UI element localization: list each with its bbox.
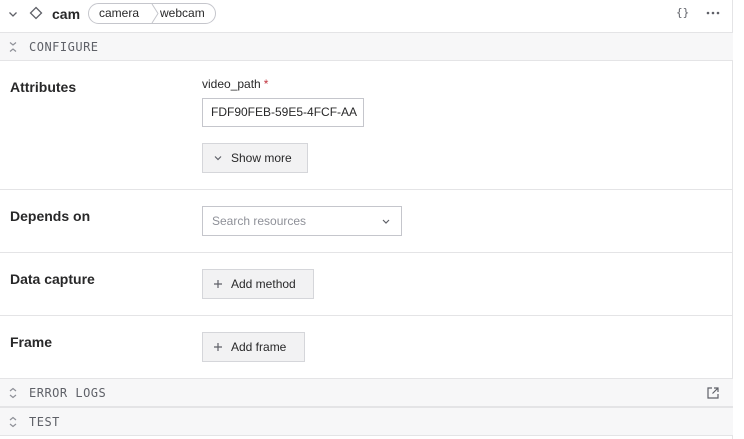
plus-icon — [214, 280, 222, 288]
chevron-down-icon — [382, 219, 390, 224]
frame-title: Frame — [10, 334, 53, 350]
resource-config-panel: cam camera webcam {} CONFIGURE Attribute… — [0, 0, 733, 439]
search-resources-placeholder: Search resources — [212, 214, 307, 228]
required-mark: * — [263, 77, 269, 91]
resource-header: cam camera webcam {} — [0, 0, 733, 31]
chevron-down-icon — [214, 156, 222, 161]
data-capture-row: Data capture — [0, 253, 733, 316]
attributes-row: Attributes — [0, 61, 733, 190]
chevron-down-icon[interactable] — [7, 8, 19, 20]
resource-name[interactable]: cam — [52, 6, 80, 22]
section-configure[interactable]: CONFIGURE — [0, 32, 733, 61]
collapse-icon — [9, 42, 17, 52]
section-error-logs[interactable]: ERROR LOGS — [0, 378, 733, 407]
data-capture-title: Data capture — [10, 271, 95, 287]
video-path-input[interactable]: FDF90FEB-59E5-4FCF-AA — [202, 98, 364, 127]
expand-icon — [9, 416, 17, 428]
add-frame-button[interactable]: Add frame — [202, 332, 305, 362]
add-frame-label: Add frame — [231, 340, 287, 354]
section-configure-label: CONFIGURE — [29, 40, 99, 54]
breadcrumb: camera webcam — [88, 3, 216, 24]
diamond-icon — [29, 6, 43, 20]
add-method-button[interactable]: Add method — [202, 269, 314, 299]
json-view-button[interactable]: {} — [676, 6, 689, 19]
frame-row: Frame — [0, 316, 733, 379]
video-path-value: FDF90FEB-59E5-4FCF-AA — [211, 105, 358, 119]
video-path-label-text: video_path — [202, 77, 261, 91]
add-method-label: Add method — [231, 277, 296, 291]
breadcrumb-item-api: camera — [99, 6, 140, 20]
show-more-button[interactable]: Show more — [202, 143, 308, 173]
section-test[interactable]: TEST — [0, 407, 733, 436]
more-horizontal-icon[interactable] — [705, 6, 721, 20]
open-external-icon[interactable] — [706, 386, 720, 400]
breadcrumb-separator-icon — [151, 4, 159, 23]
attributes-title: Attributes — [10, 79, 77, 95]
section-error-logs-label: ERROR LOGS — [29, 386, 107, 400]
plus-icon — [214, 343, 222, 351]
expand-icon — [9, 387, 17, 399]
show-more-label: Show more — [231, 151, 292, 165]
video-path-label: video_path * — [202, 77, 268, 91]
depends-on-title: Depends on — [10, 208, 91, 224]
search-resources-select[interactable]: Search resources — [202, 206, 402, 236]
section-test-label: TEST — [29, 415, 60, 429]
